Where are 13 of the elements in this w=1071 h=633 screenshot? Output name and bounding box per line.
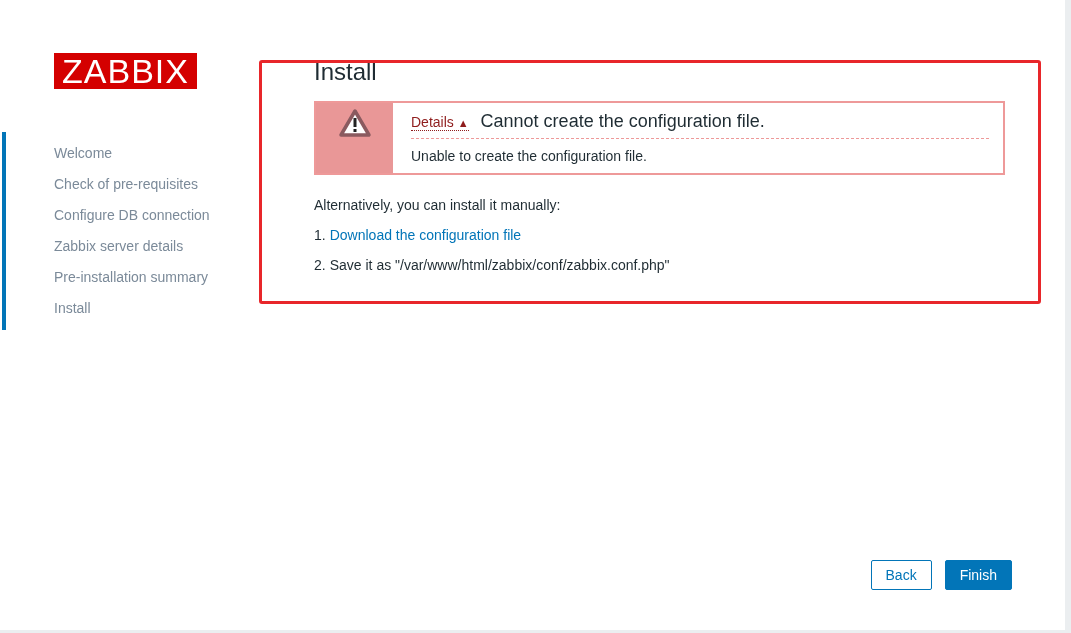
details-link[interactable]: Details ▲ (411, 114, 469, 131)
download-link[interactable]: Download the configuration file (329, 227, 522, 243)
list-number: 2. (314, 257, 326, 273)
error-detail: Unable to create the configuration file. (411, 148, 648, 164)
logo: ZABBIX (54, 53, 197, 89)
page-title: Install (314, 58, 378, 86)
instruction-text: Alternatively, you can install it manually: (314, 197, 562, 213)
back-button[interactable]: Back (870, 560, 932, 590)
instruction-text: Save it as "/var/www/html/zabbix/conf/zabbix.conf.php" (329, 257, 670, 273)
warning-icon (337, 108, 372, 138)
finish-button[interactable]: Finish (944, 560, 1012, 590)
error-summary: Cannot create the configuration file. (480, 111, 765, 132)
list-number: 1. (314, 227, 326, 243)
